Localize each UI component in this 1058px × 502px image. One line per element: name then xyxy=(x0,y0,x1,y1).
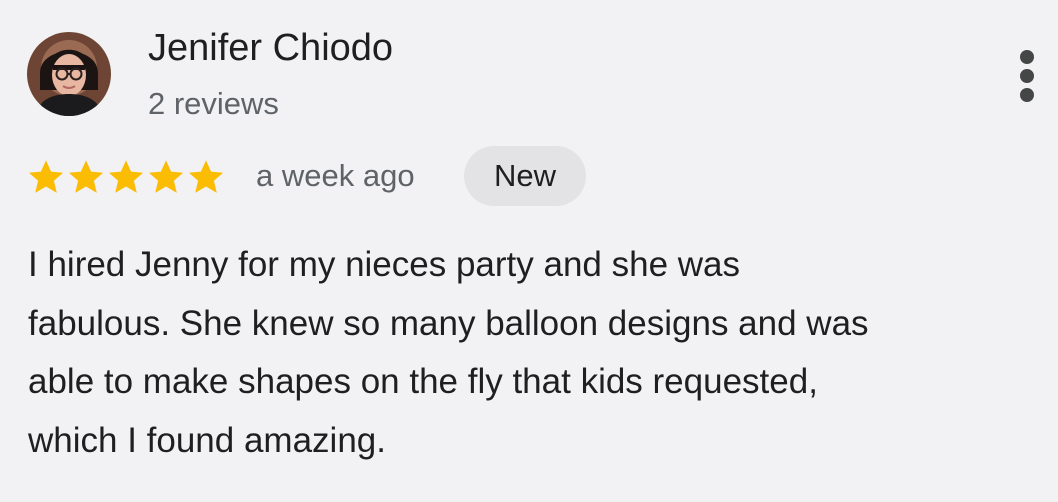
star-rating xyxy=(27,157,227,197)
review-text: I hired Jenny for my nieces party and sh… xyxy=(28,245,869,460)
star-icon xyxy=(68,160,104,193)
author-name[interactable]: Jenifer Chiodo xyxy=(148,26,393,70)
profile-photo-icon xyxy=(27,32,111,116)
star-icon xyxy=(188,160,224,193)
new-badge: New xyxy=(464,146,586,206)
review-count[interactable]: 2 reviews xyxy=(148,86,279,122)
star-icon xyxy=(28,160,64,193)
review-card: Jenifer Chiodo 2 reviews a week ago New … xyxy=(0,0,1058,502)
star-icon xyxy=(148,160,184,193)
more-vertical-icon xyxy=(1020,88,1034,102)
more-vertical-icon xyxy=(1020,50,1034,64)
review-time: a week ago xyxy=(256,158,415,193)
avatar[interactable] xyxy=(27,32,111,116)
more-options-button[interactable] xyxy=(1008,46,1048,106)
more-vertical-icon xyxy=(1020,69,1034,83)
star-icon xyxy=(108,160,144,193)
